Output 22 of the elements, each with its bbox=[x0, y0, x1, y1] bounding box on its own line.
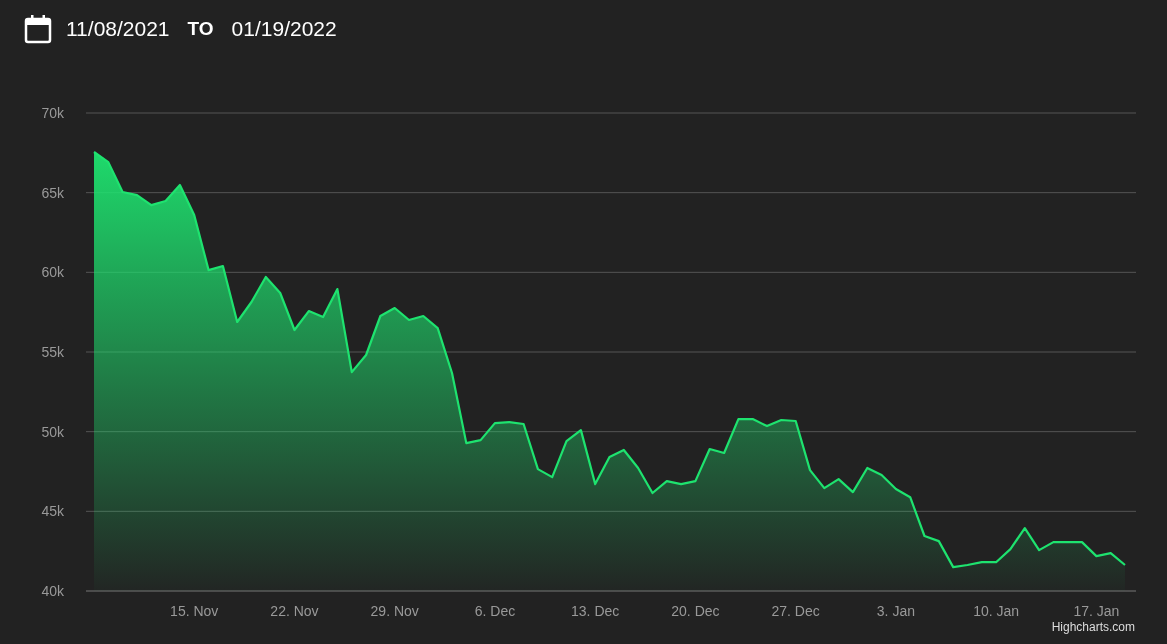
x-axis-label: 15. Nov bbox=[170, 603, 219, 619]
calendar-icon bbox=[24, 14, 52, 44]
x-axis-label: 22. Nov bbox=[270, 603, 319, 619]
x-axis-label: 10. Jan bbox=[973, 603, 1020, 619]
x-axis-label: 17. Jan bbox=[1073, 603, 1120, 619]
x-axis-label: 3. Jan bbox=[876, 603, 915, 619]
x-axis-label: 27. Dec bbox=[771, 603, 820, 619]
y-axis-label: 60k bbox=[41, 264, 64, 281]
y-axis-label: 45k bbox=[41, 503, 64, 520]
y-axis-label: 40k bbox=[41, 583, 64, 599]
y-axis-label: 50k bbox=[41, 423, 64, 440]
x-axis-label: 29. Nov bbox=[370, 603, 419, 619]
y-axis-label: 65k bbox=[41, 184, 64, 201]
y-axis-label: 55k bbox=[41, 344, 64, 360]
start-date: 11/08/2021 bbox=[66, 17, 170, 41]
range-separator: TO bbox=[187, 18, 214, 40]
x-axis-label: 13. Dec bbox=[571, 603, 620, 619]
end-date: 01/19/2022 bbox=[231, 17, 337, 41]
x-axis-label: 6. Dec bbox=[474, 603, 516, 619]
chart-credit[interactable]: Highcharts.com bbox=[1051, 620, 1135, 634]
x-axis-label: 20. Dec bbox=[671, 603, 720, 619]
y-axis-label: 70k bbox=[41, 105, 64, 121]
